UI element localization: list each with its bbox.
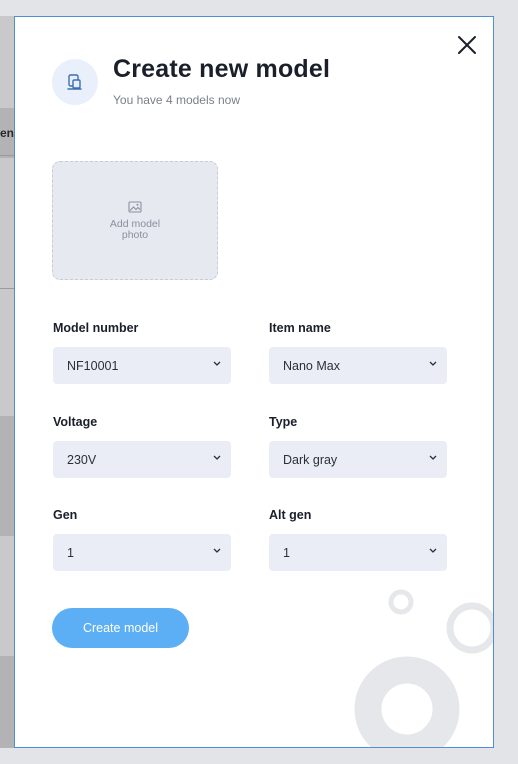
background-column-label: en: [0, 126, 15, 140]
background-divider: [0, 155, 14, 156]
background-divider: [0, 288, 14, 289]
create-model-dialog: Create new model You have 4 models now A…: [14, 16, 494, 748]
decorative-circles: [354, 589, 493, 747]
